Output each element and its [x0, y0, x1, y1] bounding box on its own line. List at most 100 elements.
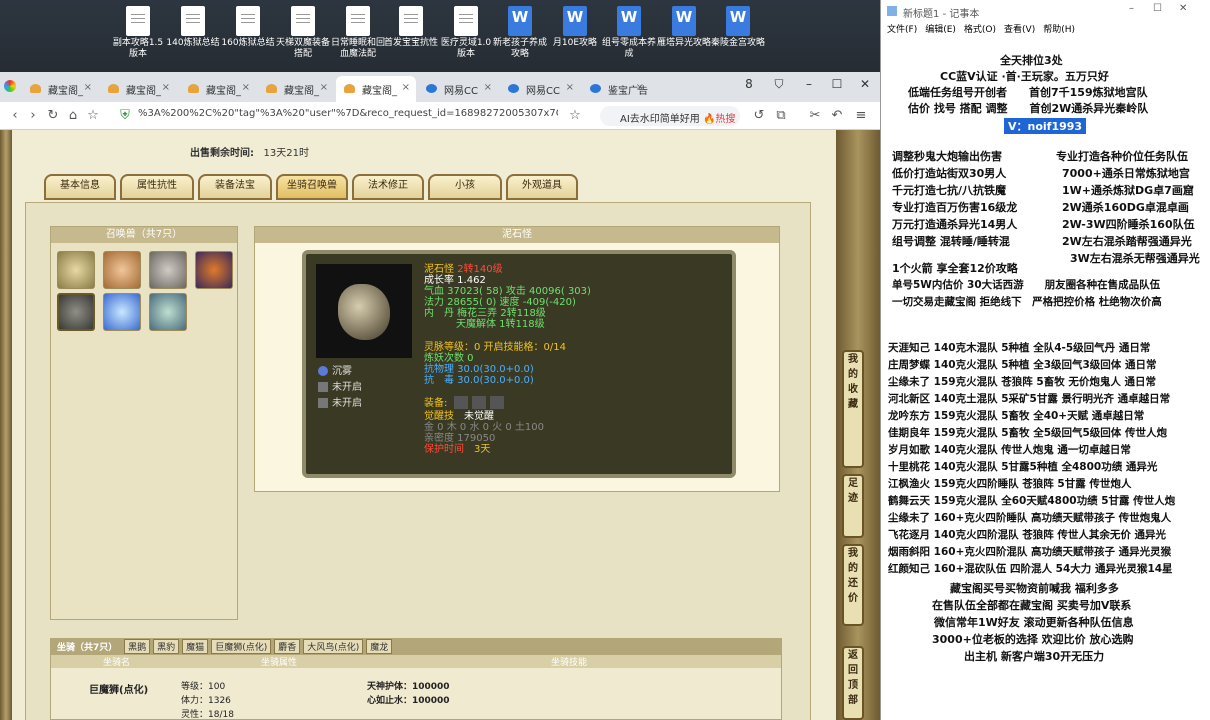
pet-refine: 炼妖次数 0	[424, 353, 474, 364]
bookmark-star-icon[interactable]: ☆	[84, 107, 102, 125]
tab-close-icon[interactable]: ×	[242, 82, 250, 93]
side-back-to-top[interactable]: 返回顶部	[842, 646, 864, 720]
history-icon[interactable]: ↺	[750, 107, 768, 125]
undo-icon[interactable]: ↶	[828, 107, 846, 125]
favorite-star-icon[interactable]: ☆	[566, 107, 584, 125]
browser-tab[interactable]: 藏宝阁_ ×	[22, 76, 98, 102]
text-file-icon	[236, 6, 260, 36]
minimize-button[interactable]: –	[796, 74, 822, 94]
tab-close-icon[interactable]: ×	[402, 82, 410, 93]
pet-avatar[interactable]	[195, 251, 233, 289]
browser-tab[interactable]: 藏宝阁_ ×	[336, 76, 416, 102]
close-button[interactable]: ✕	[852, 74, 878, 94]
document-icon: W	[563, 6, 587, 36]
browser-tab[interactable]: 藏宝阁_ ×	[100, 76, 176, 102]
skill-3[interactable]: 未开启	[318, 394, 378, 409]
shirt-icon[interactable]: ⛉	[766, 74, 792, 94]
tab-0[interactable]: 基本信息	[44, 174, 116, 200]
skill-1[interactable]: 沉雾	[318, 362, 378, 377]
tab-close-icon[interactable]: ×	[320, 82, 328, 93]
pet-card: 泥石怪 2转140级 成长率 1.462 气血 37023( 58) 攻击 40…	[302, 250, 736, 478]
desktop-icon[interactable]: 140炼狱总结	[165, 6, 221, 49]
sell-time: 出售剩余时间: 13天21时	[190, 144, 309, 159]
maximize-button[interactable]: ☐	[824, 74, 850, 94]
skill-2[interactable]: 未开启	[318, 378, 378, 393]
desktop-icon[interactable]: W 秦陵金宫攻略	[710, 6, 766, 49]
pet-avatar[interactable]	[103, 251, 141, 289]
tab-1[interactable]: 属性抗性	[120, 174, 194, 200]
desktop-icon[interactable]: 天梯双魔装备搭配	[275, 6, 331, 60]
tab-2[interactable]: 装备法宝	[198, 174, 272, 200]
desktop-icon[interactable]: W 组号零成本养成	[601, 6, 657, 60]
browser-logo-icon[interactable]	[4, 80, 16, 92]
pet-avatar[interactable]	[149, 293, 187, 331]
desktop-icon[interactable]: 日常睡眠和回血魔法配	[330, 6, 386, 60]
side-footprint[interactable]: 足迹	[842, 474, 864, 538]
badge-icon[interactable]: 8	[736, 74, 762, 94]
document-icon: W	[508, 6, 532, 36]
notepad-menu-item[interactable]: 编辑(E)	[925, 25, 956, 35]
tab-3[interactable]: 坐骑召唤兽	[276, 174, 348, 200]
desktop-icon[interactable]: 首发宝宝抗性	[383, 6, 439, 49]
tab-5[interactable]: 小孩	[428, 174, 502, 200]
pet-avatar[interactable]	[57, 251, 95, 289]
extension-icon[interactable]: ⧉	[772, 107, 790, 125]
pet-avatar[interactable]	[149, 251, 187, 289]
tab-close-icon[interactable]: ×	[162, 82, 170, 93]
awake-label: 觉醒技	[424, 411, 454, 422]
mount-tab[interactable]: 麝香	[274, 639, 301, 654]
forward-icon[interactable]: ›	[24, 107, 42, 125]
left-frame	[0, 130, 12, 720]
side-my-offers-label: 我的还价	[848, 548, 858, 604]
desktop-icon[interactable]: W 新老孩子养成攻略	[492, 6, 548, 60]
mount-tab[interactable]: 魔猫	[182, 639, 209, 654]
desktop-icon[interactable]: 副本攻略1.5版本	[110, 6, 166, 60]
tab-close-icon[interactable]: ×	[566, 82, 574, 93]
cut-icon[interactable]: ✂	[806, 107, 824, 125]
mount-tab[interactable]: 巨魔狮(点化)	[211, 639, 272, 654]
tab-close-icon[interactable]: ×	[484, 82, 492, 93]
ai-search-box[interactable]: AI去水印简单好用 🔥热搜	[600, 106, 740, 126]
desktop-icon[interactable]: W 雁塔异光攻略	[656, 6, 712, 49]
sell-time-label: 出售剩余时间:	[190, 148, 254, 159]
pet-avatar[interactable]	[103, 293, 141, 331]
notepad-line: 低端任务组号开创者 首创7千159炼狱地宫队	[908, 86, 1148, 99]
desktop-icon[interactable]: W 月10E攻略	[547, 6, 603, 49]
browser-tab[interactable]: 网易CC ×	[418, 76, 498, 102]
browser-tab[interactable]: 藏宝阁_ ×	[258, 76, 334, 102]
back-icon[interactable]: ‹	[6, 107, 24, 125]
menu-icon[interactable]: ≡	[852, 107, 870, 125]
browser-tab[interactable]: 藏宝阁_ ×	[180, 76, 256, 102]
notepad-close-button[interactable]: ✕	[1179, 3, 1187, 14]
url-field[interactable]: %3A%200%2C%20"tag"%3A%20"user"%7D&reco_r…	[138, 108, 558, 125]
desktop-icon-label: 雁塔异光攻略	[656, 38, 711, 48]
desktop-icon[interactable]: 医疗灵域1.0版本	[438, 6, 494, 60]
mount-tab[interactable]: 黑鹅	[124, 639, 151, 654]
tab-6[interactable]: 外观道具	[506, 174, 578, 200]
browser-tab[interactable]: 鉴宝广告 ×	[582, 76, 650, 102]
notepad-list-line: 江枫渔火 159克火四阶睡队 苍狼阵 5甘露 传世炮人	[888, 478, 1132, 490]
tab-close-icon[interactable]: ×	[636, 82, 644, 93]
tab-4[interactable]: 法术修正	[352, 174, 424, 200]
skill-1-label: 沉雾	[332, 366, 352, 377]
browser-tab[interactable]: 网易CC ×	[500, 76, 580, 102]
desktop-icon-label: 日常睡眠和回血魔法配	[330, 38, 385, 59]
home-icon[interactable]: ⌂	[64, 107, 82, 125]
notepad-menu-item[interactable]: 格式(O)	[964, 25, 996, 35]
desktop-icon-label: 秦陵金宫攻略	[710, 38, 765, 48]
notepad-maximize-button[interactable]: ☐	[1153, 3, 1162, 14]
pet-avatar[interactable]	[57, 293, 95, 331]
tab-close-icon[interactable]: ×	[84, 82, 92, 93]
mount-tab[interactable]: 魔龙	[366, 639, 393, 654]
desktop-icon[interactable]: 160炼狱总结	[220, 6, 276, 49]
mount-tabs: 坐骑（共7只） 黑鹅 黑豹 魔猫 巨魔狮(点化) 麝香 大风鸟(点化) 魔龙	[51, 639, 781, 655]
mount-tab[interactable]: 大风鸟(点化)	[303, 639, 364, 654]
notepad-menu-item[interactable]: 查看(V)	[1004, 25, 1035, 35]
side-favorites[interactable]: 我的收藏	[842, 350, 864, 468]
notepad-menu-item[interactable]: 帮助(H)	[1043, 25, 1075, 35]
side-my-offers[interactable]: 我的还价	[842, 544, 864, 626]
notepad-menu-item[interactable]: 文件(F)	[887, 25, 917, 35]
mount-tab[interactable]: 黑豹	[153, 639, 180, 654]
reload-icon[interactable]: ↻	[44, 107, 62, 125]
notepad-minimize-button[interactable]: –	[1129, 3, 1134, 14]
